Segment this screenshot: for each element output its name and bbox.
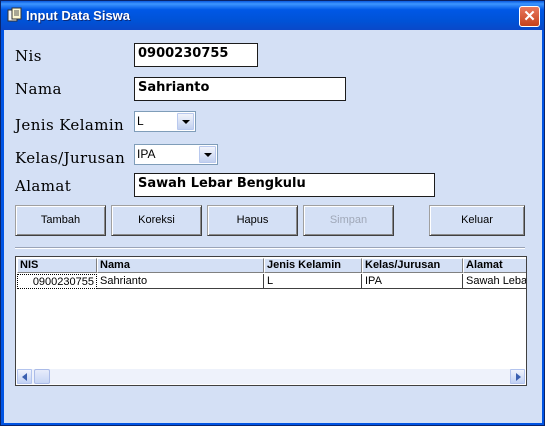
scroll-right-button[interactable] (510, 369, 525, 384)
form-client-area: Nis 0900230755 Nama Sahrianto Jenis Kela… (4, 30, 542, 423)
table-cell-nama[interactable]: Sahrianto (97, 274, 264, 289)
window-title: Input Data Siswa (26, 8, 131, 23)
jenis-kelamin-value: L (137, 114, 144, 128)
title-bar[interactable]: Input Data Siswa ✕ (1, 1, 544, 30)
nama-input[interactable]: Sahrianto (134, 77, 346, 101)
divider (15, 247, 525, 249)
column-header-nis[interactable]: NIS (17, 258, 97, 273)
nama-label: Nama (15, 80, 62, 98)
input-data-siswa-window: Input Data Siswa ✕ Nis 0900230755 Nama S… (0, 0, 545, 426)
tambah-button[interactable]: Tambah (15, 205, 106, 236)
jenis-kelamin-label: Jenis Kelamin (15, 116, 125, 134)
kelas-jurusan-select[interactable]: IPA (134, 144, 218, 165)
alamat-input[interactable]: Sawah Lebar Bengkulu (134, 173, 435, 197)
column-header-alamat[interactable]: Alamat (463, 258, 526, 273)
column-header-jenis-kelamin[interactable]: Jenis Kelamin (264, 258, 362, 273)
column-header-nama[interactable]: Nama (97, 258, 264, 273)
table-cell-kelas-jurusan[interactable]: IPA (362, 274, 463, 289)
scroll-left-button[interactable] (17, 369, 32, 384)
chevron-down-icon[interactable] (199, 146, 216, 163)
jenis-kelamin-select[interactable]: L (134, 111, 196, 132)
kelas-jurusan-value: IPA (137, 147, 156, 161)
table-cell-alamat[interactable]: Sawah Lebar Bengkulu (463, 274, 526, 289)
kelas-jurusan-label: Kelas/Jurusan (15, 149, 126, 167)
close-button[interactable]: ✕ (519, 6, 540, 27)
koreksi-button[interactable]: Koreksi (111, 205, 202, 236)
nis-label: Nis (15, 47, 42, 65)
close-icon: ✕ (523, 8, 536, 25)
alamat-label: Alamat (15, 177, 72, 195)
nis-input[interactable]: 0900230755 (134, 43, 258, 67)
table-cell-jenis-kelamin[interactable]: L (264, 274, 362, 289)
table-cell-nis[interactable]: 0900230755 (17, 274, 97, 289)
keluar-button[interactable]: Keluar (429, 205, 525, 236)
simpan-button[interactable]: Simpan (303, 205, 394, 236)
chevron-down-icon[interactable] (177, 113, 194, 130)
app-icon (7, 7, 22, 22)
arrow-right-icon (516, 373, 521, 381)
column-header-kelas-jurusan[interactable]: Kelas/Jurusan (362, 258, 463, 273)
arrow-left-icon (22, 373, 27, 381)
hapus-button[interactable]: Hapus (207, 205, 298, 236)
horizontal-scrollbar[interactable] (17, 369, 525, 384)
siswa-data-grid[interactable]: NIS Nama Jenis Kelamin Kelas/Jurusan Ala… (15, 256, 527, 386)
scroll-thumb[interactable] (34, 369, 50, 384)
